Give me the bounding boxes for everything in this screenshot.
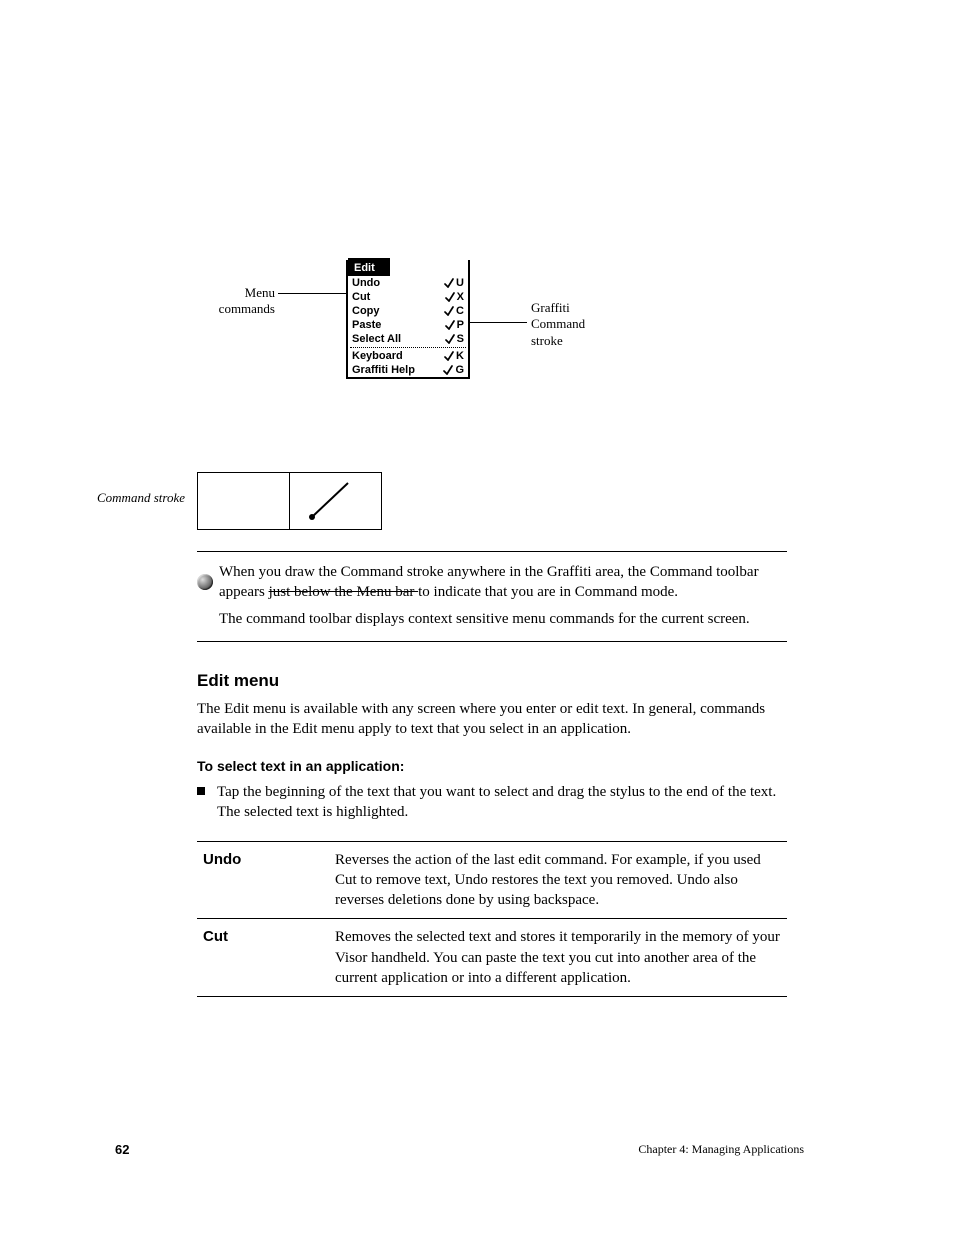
- chapter-footer: Chapter 4: Managing Applications: [638, 1142, 804, 1157]
- menu-item-label: Copy: [352, 304, 380, 318]
- menu-item-undo[interactable]: Undo U: [348, 276, 468, 290]
- callout-graffiti-stroke: Graffiti Command stroke: [531, 300, 621, 349]
- menu-shortcut: U: [444, 276, 464, 290]
- tip-icon: [197, 574, 213, 590]
- menu-item-label: Cut: [352, 290, 370, 304]
- cmd-desc: Reverses the action of the last edit com…: [329, 841, 787, 919]
- menu-shortcut: K: [444, 349, 464, 363]
- menu-shortcut: G: [443, 363, 464, 377]
- menu-shortcut: C: [444, 304, 464, 318]
- menu-item-keyboard[interactable]: Keyboard K: [348, 349, 468, 363]
- body-text: When you draw the Command stroke anywher…: [197, 551, 787, 997]
- graffiti-label: Command stroke: [60, 490, 185, 506]
- command-stroke-icon: [445, 334, 455, 344]
- menu-item-graffiti-help[interactable]: Graffiti Help G: [348, 363, 468, 377]
- text: stroke: [531, 333, 563, 348]
- menu-item-label: Keyboard: [352, 349, 403, 363]
- tip-paragraph: When you draw the Command stroke anywher…: [197, 562, 787, 603]
- text: Graffiti: [531, 300, 570, 315]
- shortcut-key: X: [457, 290, 464, 304]
- menu-item-copy[interactable]: Copy C: [348, 304, 468, 318]
- text: commands: [219, 301, 275, 316]
- shortcut-key: G: [455, 363, 464, 377]
- text-strikethrough: just below the Menu bar: [269, 584, 419, 600]
- graffiti-left-half: [198, 473, 290, 529]
- command-stroke-icon: [444, 351, 454, 361]
- menu-separator: [350, 347, 466, 348]
- callout-menu-commands: Menu commands: [190, 285, 275, 318]
- menu-shortcut: P: [445, 318, 464, 332]
- command-stroke-icon: [445, 320, 455, 330]
- menu-item-select-all[interactable]: Select All S: [348, 332, 468, 346]
- bullet-icon: [197, 787, 205, 795]
- command-stroke-icon: [290, 473, 380, 527]
- leader-line: [278, 293, 346, 294]
- leader-line: [461, 322, 527, 323]
- select-heading: To select text in an application:: [197, 757, 787, 776]
- shortcut-key: K: [456, 349, 464, 363]
- edit-menu-heading: Edit menu: [197, 670, 787, 693]
- cmd-desc: Removes the selected text and stores it …: [329, 919, 787, 997]
- graffiti-area: [197, 472, 382, 530]
- shortcut-key: P: [457, 318, 464, 332]
- menu-shortcut: X: [445, 290, 464, 304]
- tip-extra: The command toolbar displays context sen…: [219, 609, 787, 629]
- page-number: 62: [115, 1142, 129, 1157]
- menu-item-cut[interactable]: Cut X: [348, 290, 468, 304]
- text: Command: [531, 316, 585, 331]
- commands-table: Undo Reverses the action of the last edi…: [197, 841, 787, 998]
- page: Menu commands Graffiti Command stroke Ed…: [0, 0, 954, 1235]
- text: to indicate that you are in Command mode…: [418, 584, 678, 600]
- graffiti-right-half: [290, 473, 381, 529]
- menu-item-label: Undo: [352, 276, 380, 290]
- shortcut-key: S: [457, 332, 464, 346]
- command-stroke-icon: [444, 306, 454, 316]
- menu-shortcut: S: [445, 332, 464, 346]
- menu-item-label: Select All: [352, 332, 401, 346]
- table-row: Cut Removes the selected text and stores…: [197, 919, 787, 997]
- command-stroke-icon: [445, 292, 455, 302]
- cmd-name: Cut: [197, 919, 329, 997]
- text: Menu: [245, 285, 275, 300]
- text: Tap the beginning of the text that you w…: [217, 784, 776, 820]
- command-stroke-icon: [443, 365, 453, 375]
- edit-menu: Edit Undo U Cut X Copy C Paste: [346, 260, 470, 379]
- table-row: Undo Reverses the action of the last edi…: [197, 841, 787, 919]
- command-stroke-icon: [444, 278, 454, 288]
- menu-item-label: Paste: [352, 318, 381, 332]
- shortcut-key: U: [456, 276, 464, 290]
- shortcut-key: C: [456, 304, 464, 318]
- menu-item-paste[interactable]: Paste P: [348, 318, 468, 332]
- menu-item-label: Graffiti Help: [352, 363, 415, 377]
- cmd-name: Undo: [197, 841, 329, 919]
- select-step: Tap the beginning of the text that you w…: [197, 782, 787, 823]
- edit-intro: The Edit menu is available with any scre…: [197, 699, 787, 740]
- menu-title: Edit: [348, 258, 390, 276]
